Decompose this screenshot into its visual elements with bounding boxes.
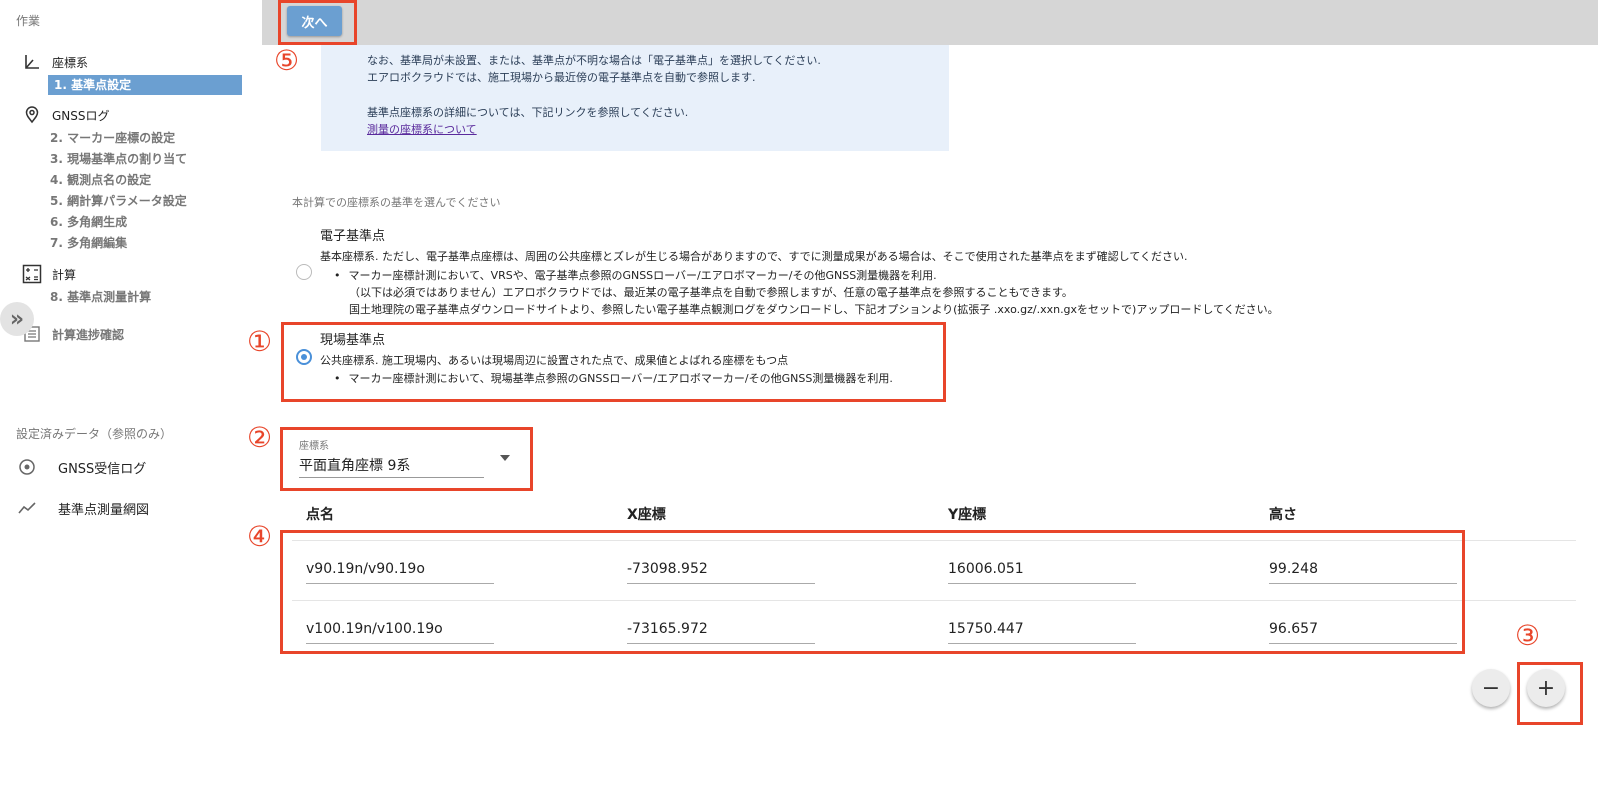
option-gnss-reference-bullet: マーカー座標計測において、VRSや、電子基準点参照のGNSSローバー/エアロボマ… bbox=[334, 267, 937, 283]
option-gnss-reference-note-2: 国土地理院の電子基準点ダウンロードサイトより、参照したい電子基準点観測ログをダウ… bbox=[349, 303, 1279, 316]
data-item-label: 基準点測量網図 bbox=[58, 502, 150, 518]
info-line-1: なお、基準局が未設置、または、基準点が不明な場合は「電子基準点」を選択してくださ… bbox=[367, 54, 821, 67]
data-item-survey-network[interactable]: 基準点測量網図 bbox=[16, 497, 149, 519]
info-box: なお、基準局が未設置、または、基準点が不明な場合は「電子基準点」を選択してくださ… bbox=[321, 45, 949, 151]
annotation-number-4: ④ bbox=[247, 520, 273, 553]
annotation-box-1 bbox=[281, 322, 946, 402]
sidebar-step-marker-coords[interactable]: 2. マーカー座標の設定 bbox=[50, 128, 175, 148]
table-header-y: Y座標 bbox=[948, 507, 987, 523]
sidebar-step-observation-names[interactable]: 4. 観測点名の設定 bbox=[50, 170, 151, 190]
annotation-box-5 bbox=[278, 0, 357, 45]
sidebar-group-label: 計算 bbox=[52, 267, 77, 282]
sidebar-group-coordinate-system[interactable]: 座標系 bbox=[22, 52, 88, 72]
table-header-x: X座標 bbox=[627, 507, 666, 523]
annotation-box-2 bbox=[280, 427, 533, 491]
sidebar-step-base-point-setting[interactable]: 1. 基準点設定 bbox=[48, 75, 242, 95]
remove-row-button[interactable]: − bbox=[1472, 669, 1510, 707]
double-chevron-right-icon: » bbox=[9, 306, 25, 332]
sidebar-group-gnss-log[interactable]: GNSSログ bbox=[22, 105, 110, 125]
minus-icon: − bbox=[1481, 675, 1501, 701]
annotation-box-3 bbox=[1517, 662, 1583, 725]
configured-data-title: 設定済みデータ（参照のみ） bbox=[16, 427, 173, 441]
coordinate-system-link[interactable]: 測量の座標系について bbox=[367, 121, 477, 137]
sidebar-group-label: GNSSログ bbox=[52, 108, 110, 123]
sidebar: 作業 座標系 1. 基準点設定 GNSSログ 2. マーカー座標の設定 3. 現… bbox=[0, 0, 262, 794]
info-line-3: 基準点座標系の詳細については、下記リンクを参照してください. bbox=[367, 106, 689, 119]
data-item-gnss-log[interactable]: GNSS受信ログ bbox=[16, 456, 146, 478]
option-gnss-reference-desc: 基本座標系. ただし、電子基準点座標は、周囲の公共座標とズレが生じる場合がありま… bbox=[320, 250, 1188, 263]
option-gnss-reference-note-1: （以下は必須ではありません）エアロボクラウドでは、最近某の電子基準点を自動で参照… bbox=[349, 286, 1073, 299]
sidebar-group-progress[interactable]: 計算進捗確認 bbox=[22, 324, 124, 344]
annotation-number-3: ③ bbox=[1515, 619, 1541, 652]
sidebar-group-label: 座標系 bbox=[52, 55, 89, 70]
sidebar-step-network-params[interactable]: 5. 網計算パラメータ設定 bbox=[50, 191, 187, 211]
sidebar-step-site-base-assign[interactable]: 3. 現場基準点の割り当て bbox=[50, 149, 187, 169]
target-icon bbox=[16, 456, 38, 478]
radio-gnss-reference[interactable] bbox=[296, 264, 312, 280]
sidebar-header: 作業 bbox=[16, 14, 41, 28]
coord-basis-prompt: 本計算での座標系の基準を選んでください bbox=[292, 196, 501, 209]
trend-line-icon bbox=[16, 497, 38, 519]
location-pin-icon bbox=[22, 105, 42, 125]
data-item-label: GNSS受信ログ bbox=[58, 461, 147, 477]
sidebar-collapse-button[interactable]: » bbox=[0, 302, 34, 336]
top-toolbar bbox=[262, 0, 1598, 45]
annotation-box-4 bbox=[280, 530, 1465, 654]
annotation-number-1: ① bbox=[247, 325, 273, 358]
sidebar-group-calculation[interactable]: 計算 bbox=[22, 264, 76, 284]
sidebar-step-polygon-edit[interactable]: 7. 多角網編集 bbox=[50, 233, 127, 253]
info-line-2: エアロボクラウドでは、施工現場から最近傍の電子基準点を自動で参照します. bbox=[367, 71, 756, 84]
axis-icon bbox=[22, 52, 42, 72]
option-gnss-reference-title: 電子基準点 bbox=[320, 229, 386, 244]
sidebar-group-label: 計算進捗確認 bbox=[52, 327, 125, 342]
sidebar-step-polygon-generate[interactable]: 6. 多角網生成 bbox=[50, 212, 127, 232]
annotation-number-5: ⑤ bbox=[274, 44, 300, 77]
calculator-icon bbox=[22, 264, 42, 284]
sidebar-step-base-survey-calc[interactable]: 8. 基準点測量計算 bbox=[50, 287, 151, 307]
table-header-point-name: 点名 bbox=[306, 507, 334, 523]
table-header-height: 高さ bbox=[1269, 507, 1297, 523]
annotation-number-2: ② bbox=[247, 421, 273, 454]
